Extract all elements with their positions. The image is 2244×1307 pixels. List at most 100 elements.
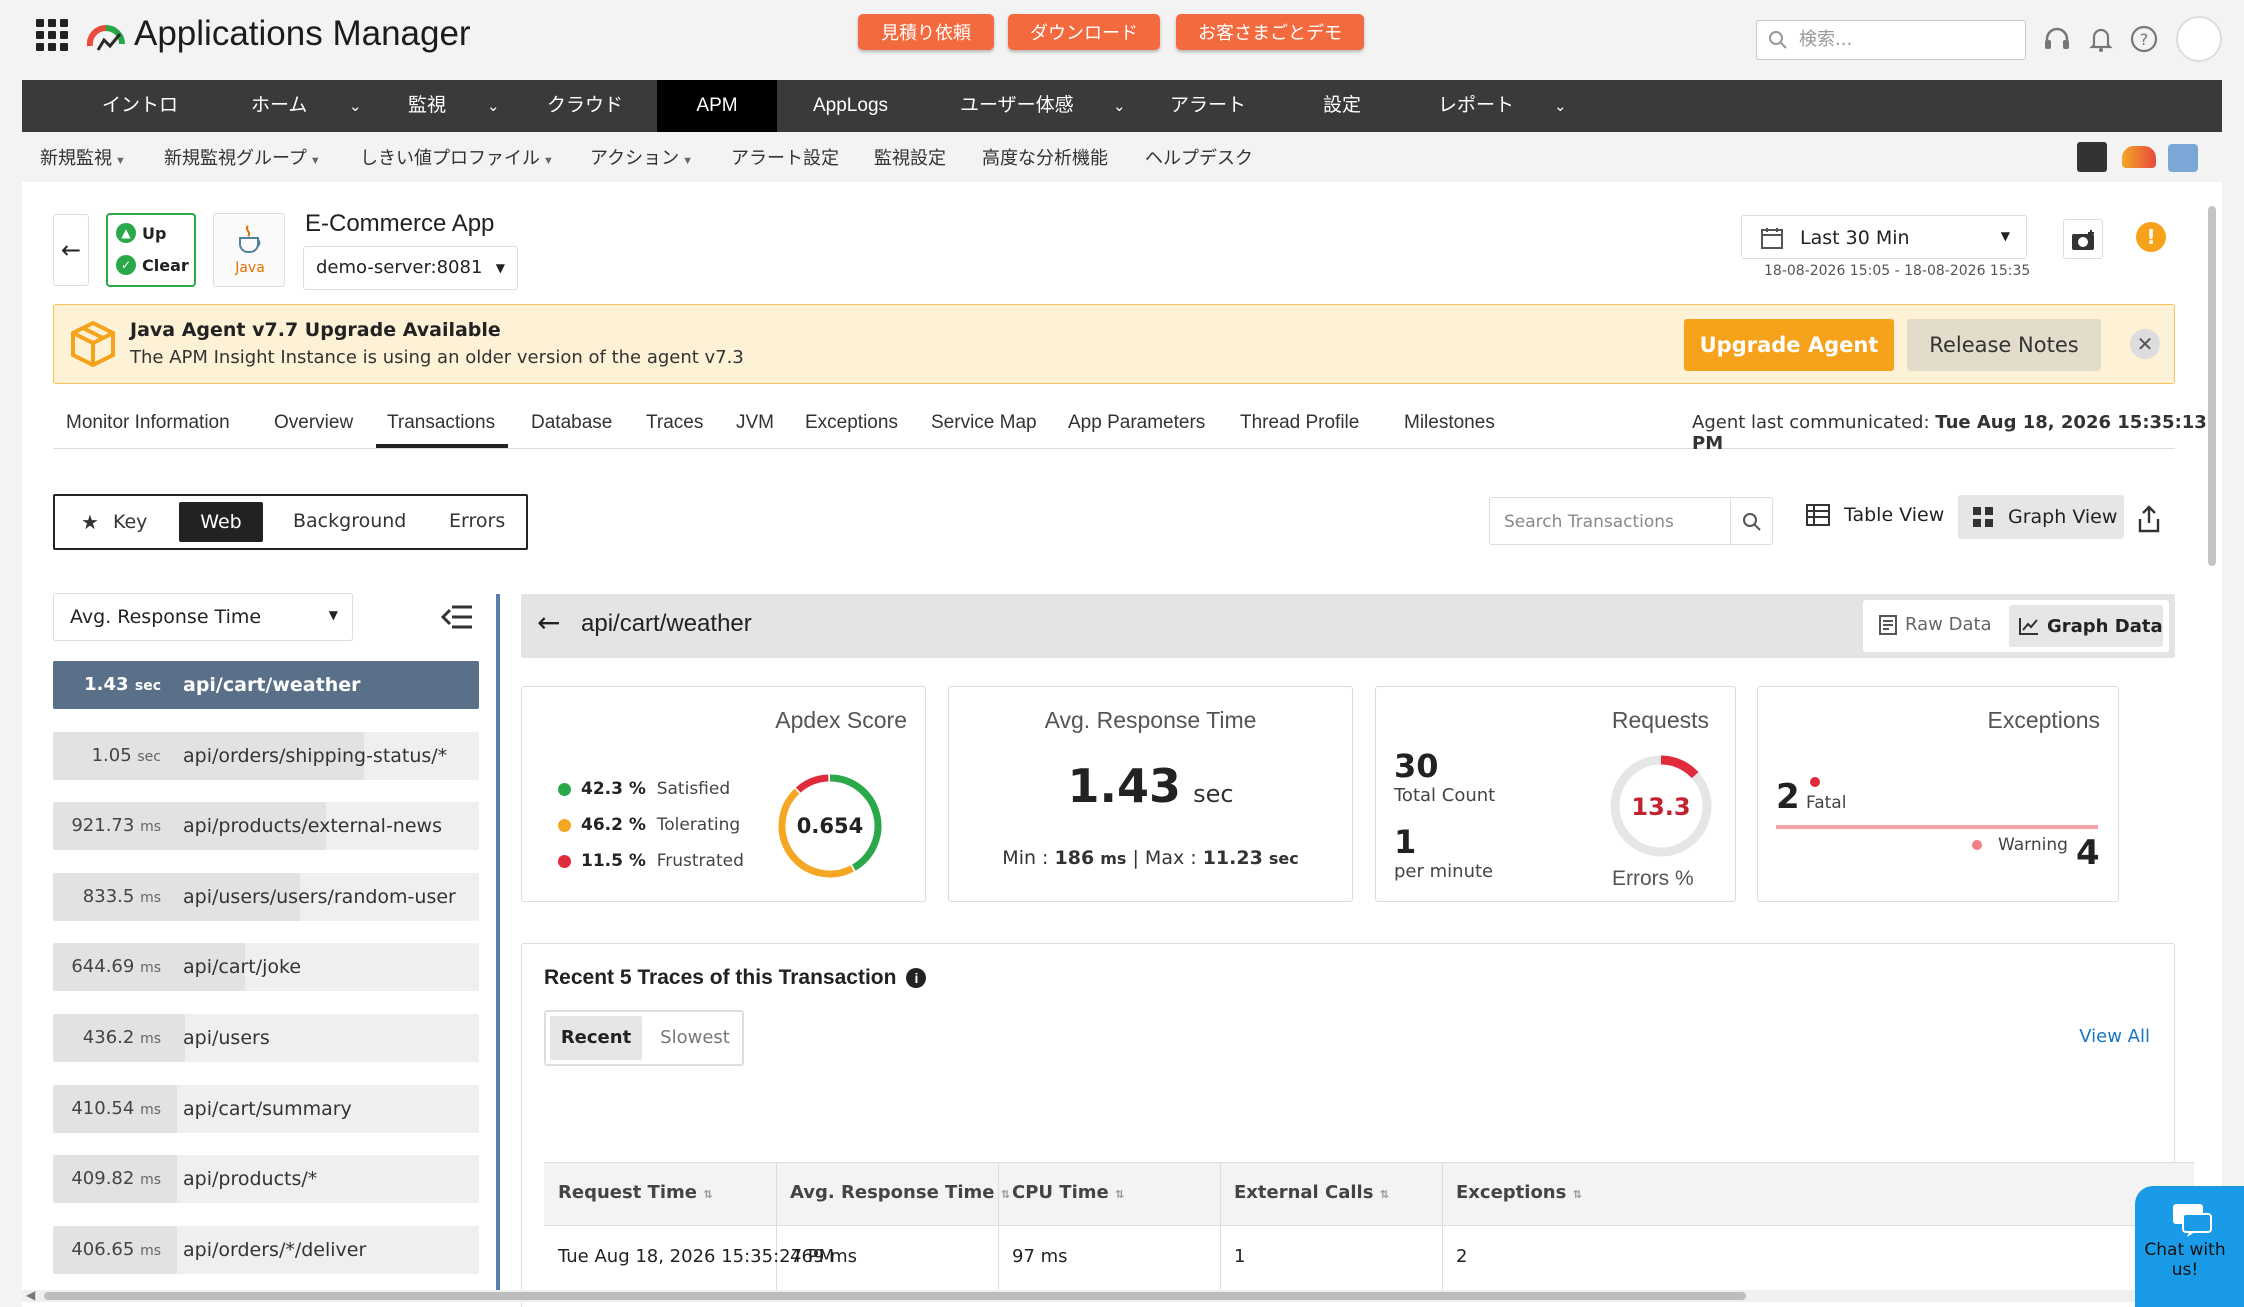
- tab-transactions[interactable]: Transactions: [387, 412, 495, 434]
- traces-slowest-button[interactable]: Slowest: [650, 1016, 740, 1060]
- tab-traces[interactable]: Traces: [646, 412, 703, 434]
- traces-recent-button[interactable]: Recent: [550, 1016, 642, 1060]
- download-button[interactable]: ダウンロード: [1008, 14, 1160, 50]
- user-avatar[interactable]: [2176, 16, 2222, 62]
- transaction-row[interactable]: 644.69 ms api/cart/joke: [53, 943, 479, 992]
- metric-select[interactable]: Avg. Response Time ▼: [53, 593, 353, 641]
- transaction-value: 406.65 ms: [71, 1238, 161, 1260]
- trace-column-header[interactable]: CPU Time ⇅: [1012, 1182, 1124, 1203]
- transaction-row[interactable]: 410.54 ms api/cart/summary: [53, 1084, 479, 1133]
- tab-app-parameters[interactable]: App Parameters: [1068, 412, 1205, 434]
- graph-view-button[interactable]: Graph View: [1958, 495, 2124, 539]
- up-arrow-icon: ▲: [116, 223, 136, 243]
- nav-applogs[interactable]: AppLogs: [813, 80, 888, 132]
- bell-icon[interactable]: [2086, 24, 2116, 54]
- demo-button[interactable]: お客さまごとデモ: [1176, 14, 1364, 50]
- help-icon[interactable]: ?: [2129, 24, 2159, 54]
- filter-background[interactable]: Background: [293, 510, 406, 532]
- aperture-icon[interactable]: [2077, 142, 2107, 172]
- share-export-icon[interactable]: [2137, 505, 2161, 533]
- transaction-row[interactable]: 833.5 ms api/users/users/random-user: [53, 872, 479, 921]
- screenshot-camera-icon[interactable]: [2063, 219, 2103, 259]
- subnav-alert-settings[interactable]: アラート設定: [731, 144, 839, 170]
- transaction-row[interactable]: 1.05 sec api/orders/shipping-status/*: [53, 731, 479, 780]
- package-icon: [71, 320, 115, 368]
- collapse-list-icon[interactable]: [440, 604, 474, 630]
- splitter[interactable]: [496, 594, 500, 1290]
- tab-jvm[interactable]: JVM: [736, 412, 774, 434]
- transaction-row[interactable]: 436.2 ms api/users: [53, 1014, 479, 1062]
- transaction-name: api/cart/summary: [183, 1097, 352, 1120]
- nav-settings[interactable]: 設定: [1323, 80, 1361, 132]
- nav-monitors[interactable]: 監視: [408, 80, 446, 132]
- subnav-new-monitor-group[interactable]: 新規監視グループ ▼: [164, 144, 321, 170]
- trace-column-header[interactable]: Avg. Response Time ⇅: [790, 1182, 1010, 1203]
- server-select[interactable]: demo-server:8081 ▼: [303, 246, 518, 290]
- subnav-helpdesk[interactable]: ヘルプデスク: [1145, 144, 1253, 170]
- nav-reports[interactable]: レポート: [1438, 80, 1514, 132]
- transaction-search-input[interactable]: Search Transactions: [1489, 497, 1773, 545]
- vertical-scrollbar[interactable]: [2208, 206, 2216, 566]
- app-grid-icon[interactable]: [36, 19, 68, 51]
- info-icon[interactable]: i: [906, 968, 927, 988]
- headset-icon[interactable]: [2042, 24, 2072, 54]
- subnav-new-monitor[interactable]: 新規監視 ▼: [40, 144, 126, 170]
- back-arrow-icon[interactable]: ←: [53, 214, 89, 286]
- tab-overview[interactable]: Overview: [274, 412, 353, 434]
- subnav-threshold-profile[interactable]: しきい値プロファイル ▼: [360, 144, 554, 170]
- transaction-row-selected[interactable]: 1.43 sec api/cart/weather: [53, 661, 479, 709]
- apdex-score: 0.654: [797, 814, 863, 838]
- chevron-down-icon[interactable]: ⌄: [1113, 80, 1126, 132]
- banner-title: Java Agent v7.7 Upgrade Available: [130, 319, 501, 341]
- chevron-down-icon[interactable]: ⌄: [487, 80, 500, 132]
- close-icon[interactable]: ✕: [2130, 329, 2160, 359]
- nav-cloud[interactable]: クラウド: [547, 80, 623, 132]
- warning-alert-icon[interactable]: !: [2136, 222, 2166, 252]
- table-view-button[interactable]: Table View: [1806, 504, 1944, 526]
- quote-request-button[interactable]: 見積り依頼: [858, 14, 994, 50]
- trace-column-header[interactable]: External Calls ⇅: [1234, 1182, 1389, 1203]
- tab-thread-profile[interactable]: Thread Profile: [1240, 412, 1359, 434]
- chat-widget[interactable]: Chat with us!: [2135, 1186, 2244, 1307]
- printer-icon[interactable]: [2168, 144, 2198, 172]
- trace-column-header[interactable]: Exceptions ⇅: [1456, 1182, 1582, 1203]
- apdex-tolerating: 46.2 % Tolerating: [558, 815, 740, 835]
- scroll-left-icon[interactable]: ◀: [26, 1288, 35, 1302]
- errors-label: Errors %: [1612, 867, 1694, 890]
- upgrade-agent-button[interactable]: Upgrade Agent: [1684, 319, 1894, 371]
- line-chart-icon: [2019, 618, 2038, 635]
- chevron-down-icon[interactable]: ⌄: [1554, 80, 1567, 132]
- time-range-select[interactable]: Last 30 Min ▼: [1741, 215, 2027, 259]
- graph-data-button[interactable]: Graph Data: [2009, 605, 2163, 647]
- filter-web[interactable]: Web: [179, 502, 263, 542]
- nav-home[interactable]: ホーム: [251, 80, 307, 132]
- transaction-row[interactable]: 406.65 ms api/orders/*/deliver: [53, 1225, 479, 1274]
- filter-errors[interactable]: Errors: [449, 510, 505, 532]
- tab-exceptions[interactable]: Exceptions: [805, 412, 898, 434]
- raw-data-button[interactable]: Raw Data: [1879, 614, 1992, 635]
- tab-milestones[interactable]: Milestones: [1404, 412, 1495, 434]
- tab-database[interactable]: Database: [531, 412, 612, 434]
- trace-column-header[interactable]: Request Time ⇅: [558, 1182, 712, 1203]
- filter-key[interactable]: ★ Key: [81, 510, 147, 534]
- tab-service-map[interactable]: Service Map: [931, 412, 1037, 434]
- view-all-link[interactable]: View All: [2079, 1026, 2150, 1047]
- transaction-row[interactable]: 921.73 ms api/products/external-news: [53, 802, 479, 851]
- horizontal-scrollbar-thumb[interactable]: [44, 1292, 1746, 1300]
- nav-alerts[interactable]: アラート: [1170, 80, 1246, 132]
- transaction-name: api/orders/shipping-status/*: [183, 744, 448, 767]
- nav-intro[interactable]: イントロ: [102, 80, 178, 132]
- chevron-down-icon[interactable]: ⌄: [349, 80, 362, 132]
- global-search-input[interactable]: 検索...: [1756, 20, 2026, 60]
- nav-apm[interactable]: APM: [657, 80, 777, 132]
- subnav-actions[interactable]: アクション ▼: [590, 144, 693, 170]
- nav-user-experience[interactable]: ユーザー体感: [960, 80, 1074, 132]
- palette-icon[interactable]: [2122, 146, 2156, 168]
- subnav-advanced-analytics[interactable]: 高度な分析機能: [982, 144, 1108, 170]
- release-notes-button[interactable]: Release Notes: [1907, 319, 2101, 371]
- tab-monitor-information[interactable]: Monitor Information: [66, 412, 230, 434]
- search-icon[interactable]: [1742, 512, 1762, 532]
- subnav-monitor-settings[interactable]: 監視設定: [874, 144, 946, 170]
- transaction-row[interactable]: 409.82 ms api/products/*: [53, 1155, 479, 1204]
- back-arrow-icon[interactable]: ←: [537, 606, 560, 639]
